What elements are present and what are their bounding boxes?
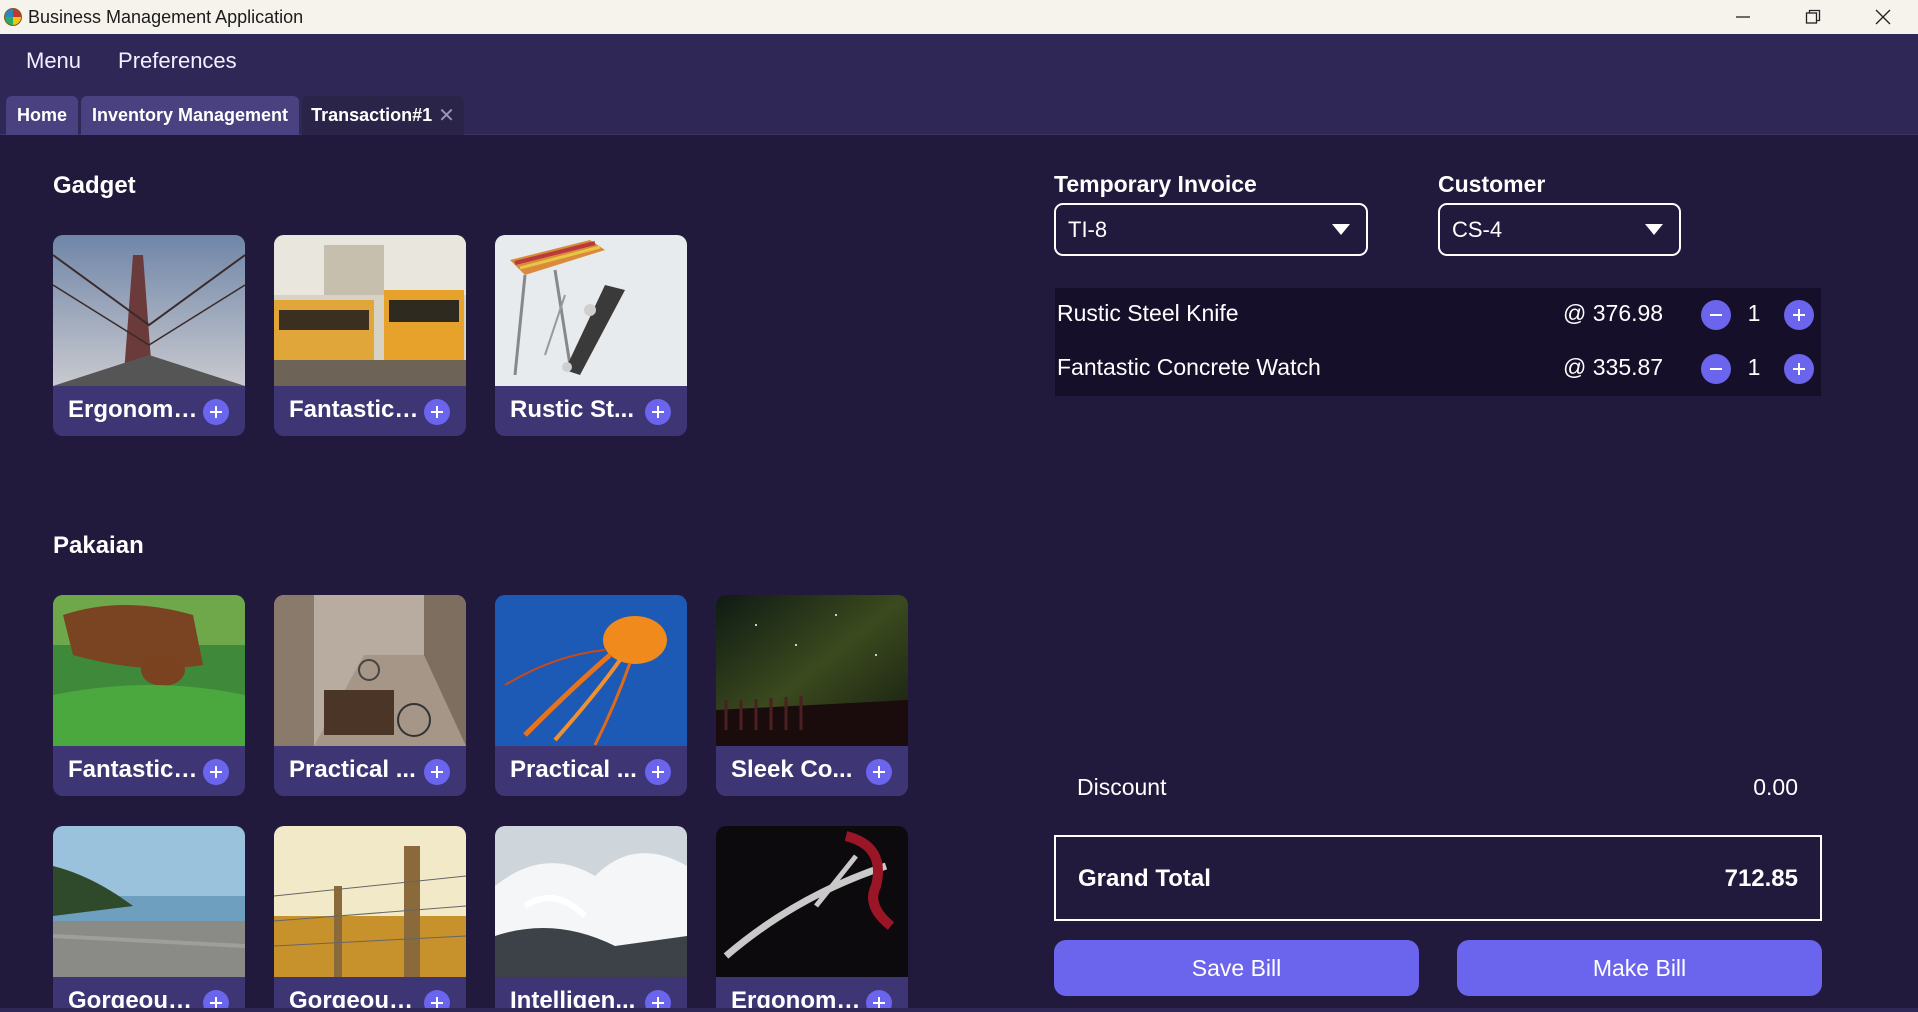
grand-total-label: Grand Total	[1078, 865, 1211, 892]
product-image	[274, 235, 466, 386]
restore-button[interactable]	[1778, 0, 1848, 34]
product-card[interactable]: Practical ...	[495, 595, 687, 796]
window-title: Business Management Application	[28, 6, 304, 27]
chevron-down-icon	[1332, 224, 1350, 235]
title-bar: Business Management Application	[0, 0, 1918, 34]
product-image	[53, 595, 245, 746]
menu-item-preferences[interactable]: Preferences	[118, 48, 237, 74]
discount-value: 0.00	[1753, 774, 1798, 800]
product-card[interactable]: Ergonomi...	[53, 235, 245, 436]
minus-icon	[1710, 368, 1722, 370]
product-card[interactable]: Ergonomi...	[716, 826, 908, 1012]
discount-label: Discount	[1077, 774, 1167, 800]
product-image	[716, 826, 908, 977]
save-bill-button[interactable]: Save Bill	[1054, 940, 1419, 996]
product-image	[53, 826, 245, 977]
menu-bar: Menu Preferences	[0, 34, 1918, 88]
product-name: Ergonomi...	[68, 396, 198, 423]
product-card[interactable]: Practical ...	[274, 595, 466, 796]
line-product-name: Fantastic Concrete Watch	[1057, 354, 1321, 380]
product-name: Practical ...	[510, 756, 637, 783]
product-card[interactable]: Sleek Co...	[716, 595, 908, 796]
menu-item-menu[interactable]: Menu	[26, 48, 81, 74]
tab-label: Home	[16, 105, 67, 125]
customer-label: Customer	[1438, 171, 1546, 197]
minus-icon	[1710, 314, 1722, 316]
customer-select[interactable]: CS-4	[1438, 203, 1681, 256]
temporary-invoice-select[interactable]: TI-8	[1054, 203, 1368, 256]
bottom-border	[0, 1008, 1918, 1012]
customer-value: CS-4	[1452, 216, 1503, 242]
plus-icon	[210, 406, 222, 418]
product-image	[495, 235, 687, 386]
invoice-line: Fantastic Concrete Watch @ 335.87 1	[1055, 342, 1821, 396]
product-card[interactable]: Intelligen...	[495, 826, 687, 1012]
line-quantity: 1	[1747, 300, 1761, 326]
add-to-cart-button[interactable]	[203, 759, 229, 785]
plus-icon	[873, 766, 885, 778]
plus-icon	[1793, 309, 1805, 321]
line-product-name: Rustic Steel Knife	[1057, 300, 1239, 326]
product-name: Sleek Co...	[731, 756, 853, 783]
grand-total-box: Grand Total 712.85	[1054, 835, 1822, 921]
tab-label: Transaction#1	[311, 105, 433, 125]
product-name: Fantastic ...	[289, 396, 419, 423]
product-image	[495, 826, 687, 977]
temporary-invoice-value: TI-8	[1068, 216, 1108, 242]
add-to-cart-button[interactable]	[645, 399, 671, 425]
line-price: @ 335.87	[1563, 354, 1664, 380]
plus-icon	[210, 766, 222, 778]
product-image	[274, 826, 466, 977]
decrease-quantity-button[interactable]	[1701, 300, 1731, 330]
minimize-button[interactable]	[1708, 0, 1778, 34]
product-card[interactable]: Fantastic ...	[53, 595, 245, 796]
product-image	[274, 595, 466, 746]
tab-home[interactable]: Home	[6, 96, 78, 135]
add-to-cart-button[interactable]	[424, 759, 450, 785]
plus-icon	[431, 766, 443, 778]
increase-quantity-button[interactable]	[1784, 354, 1814, 384]
increase-quantity-button[interactable]	[1784, 300, 1814, 330]
category-title: Gadget	[53, 172, 136, 199]
product-name: Practical ...	[289, 756, 416, 783]
plus-icon	[652, 766, 664, 778]
product-card[interactable]: Fantastic ...	[274, 235, 466, 436]
close-window-button[interactable]	[1848, 0, 1918, 34]
decrease-quantity-button[interactable]	[1701, 354, 1731, 384]
invoice-line: Rustic Steel Knife @ 376.98 1	[1055, 288, 1821, 342]
add-to-cart-button[interactable]	[424, 399, 450, 425]
close-tab-icon[interactable]: ✕	[438, 103, 455, 128]
plus-icon	[431, 406, 443, 418]
invoice-line-list: Rustic Steel Knife @ 376.98 1 Fantastic …	[1055, 288, 1821, 396]
chevron-down-icon	[1645, 224, 1663, 235]
temporary-invoice-label: Temporary Invoice	[1054, 171, 1257, 197]
product-name: Fantastic ...	[68, 756, 198, 783]
make-bill-button[interactable]: Make Bill	[1457, 940, 1822, 996]
plus-icon	[652, 406, 664, 418]
add-to-cart-button[interactable]	[645, 759, 671, 785]
product-card[interactable]: Gorgeous...	[53, 826, 245, 1012]
product-card[interactable]: Rustic St...	[495, 235, 687, 436]
add-to-cart-button[interactable]	[203, 399, 229, 425]
close-icon	[1875, 9, 1891, 25]
tab-label: Inventory Management	[91, 105, 289, 125]
product-image	[495, 595, 687, 746]
line-quantity: 1	[1747, 354, 1761, 380]
line-price: @ 376.98	[1563, 300, 1664, 326]
grand-total-value: 712.85	[1724, 865, 1798, 892]
tab-transaction[interactable]: Transaction#1 ✕	[302, 96, 464, 135]
window-controls	[1708, 0, 1918, 34]
plus-icon	[1793, 363, 1805, 375]
tab-inventory-management[interactable]: Inventory Management	[81, 96, 299, 135]
add-to-cart-button[interactable]	[866, 759, 892, 785]
restore-icon	[1805, 9, 1821, 24]
minimize-icon	[1736, 16, 1750, 18]
product-name: Rustic St...	[510, 396, 635, 423]
category-title: Pakaian	[53, 532, 144, 559]
product-card[interactable]: Gorgeous...	[274, 826, 466, 1012]
product-image	[53, 235, 245, 386]
tab-bar: Home Inventory Management Transaction#1 …	[0, 88, 1918, 135]
app-logo-icon	[4, 8, 22, 26]
product-image	[716, 595, 908, 746]
